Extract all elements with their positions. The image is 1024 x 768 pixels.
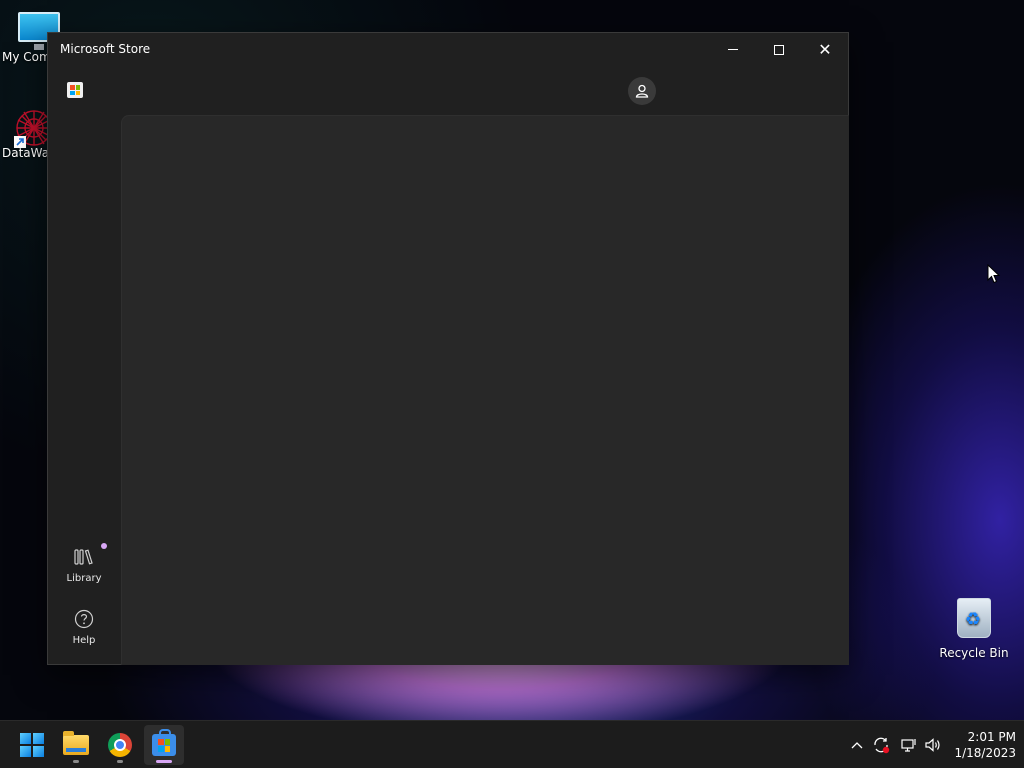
account-icon bbox=[635, 84, 649, 98]
desktop: My Computer DataWagon ♻ Recycle Bin Micr… bbox=[0, 0, 1024, 720]
close-button[interactable]: ✕ bbox=[802, 33, 848, 66]
account-button[interactable] bbox=[628, 77, 656, 105]
desktop-icon-my-computer[interactable]: My Computer bbox=[2, 12, 60, 64]
show-hidden-icons-button[interactable] bbox=[846, 735, 868, 755]
sync-status-button[interactable] bbox=[870, 735, 892, 755]
minimize-button[interactable] bbox=[710, 33, 756, 66]
network-icon bbox=[901, 739, 916, 752]
datawagon-icon bbox=[12, 106, 52, 148]
clock-time: 2:01 PM bbox=[967, 730, 1016, 744]
clock-date: 1/18/2023 bbox=[954, 746, 1016, 760]
running-indicator bbox=[117, 760, 123, 763]
store-content-area bbox=[121, 115, 849, 665]
store-logo-icon bbox=[67, 82, 83, 98]
library-icon bbox=[74, 549, 93, 565]
running-indicator bbox=[73, 760, 79, 763]
active-indicator bbox=[156, 760, 172, 763]
recycle-bin-icon: ♻ bbox=[957, 598, 991, 638]
minimize-icon bbox=[728, 49, 738, 50]
window-title: Microsoft Store bbox=[60, 42, 151, 56]
taskbar-file-explorer-button[interactable] bbox=[56, 725, 96, 765]
sync-icon bbox=[874, 737, 890, 754]
taskbar: 2:01 PM 1/18/2023 bbox=[0, 720, 1024, 768]
library-badge bbox=[101, 543, 107, 549]
taskbar-chrome-button[interactable] bbox=[100, 725, 140, 765]
desktop-icon-datawagon[interactable]: DataWagon bbox=[2, 106, 52, 160]
volume-button[interactable] bbox=[922, 735, 944, 755]
nav-item-library[interactable]: Library bbox=[58, 543, 110, 584]
desktop-icon-recycle-bin[interactable]: ♻ Recycle Bin bbox=[938, 598, 1010, 660]
help-icon bbox=[74, 609, 94, 629]
maximize-button[interactable] bbox=[756, 33, 802, 66]
chrome-icon bbox=[108, 733, 132, 757]
mouse-cursor-icon bbox=[987, 264, 1001, 284]
taskbar-start-button[interactable] bbox=[12, 725, 52, 765]
nav-item-label: Library bbox=[66, 573, 102, 584]
chevron-up-icon bbox=[851, 742, 863, 749]
title-bar[interactable]: Microsoft Store ✕ bbox=[48, 33, 848, 66]
taskbar-clock[interactable]: 2:01 PM 1/18/2023 bbox=[948, 729, 1016, 761]
close-icon: ✕ bbox=[818, 39, 832, 59]
nav-item-label: Help bbox=[72, 635, 96, 646]
desktop-icon-label: Recycle Bin bbox=[939, 646, 1009, 660]
volume-icon bbox=[925, 738, 940, 752]
taskbar-store-button[interactable] bbox=[144, 725, 184, 765]
microsoft-store-window: Microsoft Store ✕ Library Help bbox=[47, 32, 849, 665]
windows-start-icon bbox=[20, 733, 44, 757]
desktop-icon-label: My Computer bbox=[2, 50, 50, 64]
network-button[interactable] bbox=[898, 735, 920, 755]
folder-icon bbox=[63, 731, 89, 755]
nav-item-help[interactable]: Help bbox=[58, 607, 110, 646]
maximize-icon bbox=[774, 44, 784, 55]
store-bag-icon bbox=[152, 729, 176, 756]
